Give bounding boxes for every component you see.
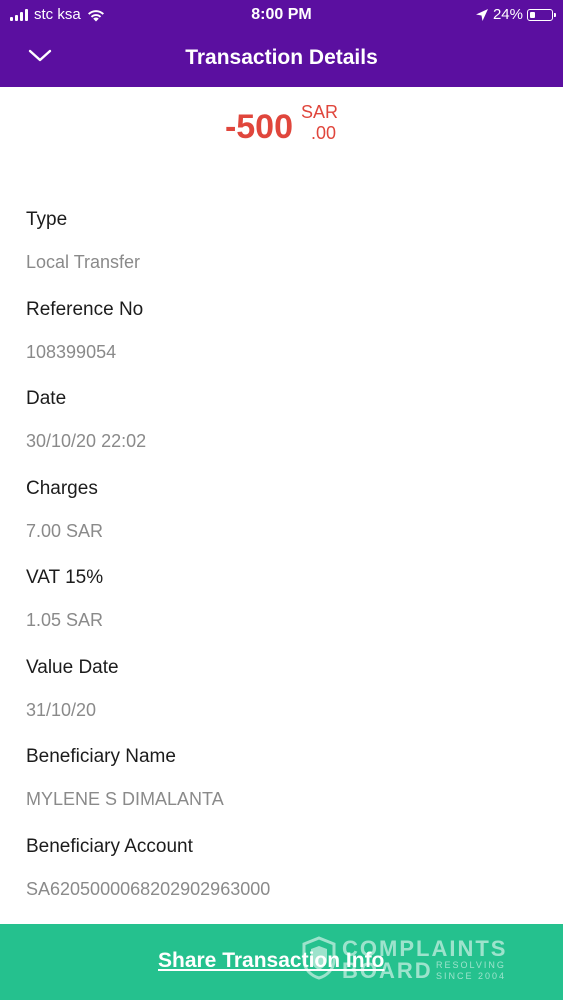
- amount-currency: SAR: [301, 102, 339, 122]
- header-bar: Transaction Details: [0, 30, 563, 87]
- detail-label: Value Date: [26, 656, 119, 678]
- detail-label: Reference No: [26, 298, 144, 320]
- detail-label: Beneficiary Account: [26, 835, 193, 857]
- detail-value: Local Transfer: [26, 252, 141, 272]
- share-bar[interactable]: Share Transaction Info: [0, 924, 563, 1000]
- detail-date: Date 30/10/20 22:02: [26, 384, 546, 474]
- share-transaction-button[interactable]: Share Transaction Info: [158, 949, 384, 973]
- battery-percent: 24%: [492, 6, 523, 23]
- status-right: 24%: [475, 6, 556, 23]
- transaction-amount: -500 SAR .00: [0, 102, 563, 144]
- detail-beneficiary-name: Beneficiary Name MYLENE S DIMALANTA: [26, 742, 546, 832]
- detail-beneficiary-account: Beneficiary Account SA620500006820290296…: [26, 832, 546, 922]
- location-arrow-icon: [475, 8, 488, 21]
- details-list: Type Local Transfer Reference No 1083990…: [26, 205, 546, 921]
- detail-value: 108399054: [26, 341, 117, 362]
- detail-label: VAT 15%: [26, 567, 104, 588]
- amount-decimal: .00: [311, 122, 337, 143]
- detail-label: Charges: [26, 477, 98, 499]
- page-title: Transaction Details: [185, 46, 378, 69]
- detail-value-date: Value Date 31/10/20: [26, 653, 546, 743]
- detail-value: 1.05 SAR: [26, 610, 104, 630]
- amount-value: -500: [224, 108, 294, 146]
- detail-value: 7.00 SAR: [26, 520, 104, 541]
- status-bar: stc ksa 8:00 PM 24%: [0, 0, 563, 30]
- detail-label: Type: [26, 209, 68, 230]
- battery-icon: [527, 8, 556, 21]
- detail-value: 31/10/20: [26, 699, 97, 720]
- detail-vat: VAT 15% 1.05 SAR: [26, 563, 546, 653]
- detail-value: SA6205000068202902963000: [26, 878, 271, 899]
- detail-type: Type Local Transfer: [26, 205, 546, 295]
- detail-reference-no: Reference No 108399054: [26, 295, 546, 385]
- detail-charges: Charges 7.00 SAR: [26, 474, 546, 564]
- detail-label: Beneficiary Name: [26, 746, 176, 767]
- detail-value: MYLENE S DIMALANTA: [26, 789, 224, 809]
- detail-value: 30/10/20 22:02: [26, 431, 147, 451]
- amount-suffix: SAR .00: [301, 102, 338, 143]
- detail-label: Date: [26, 388, 67, 409]
